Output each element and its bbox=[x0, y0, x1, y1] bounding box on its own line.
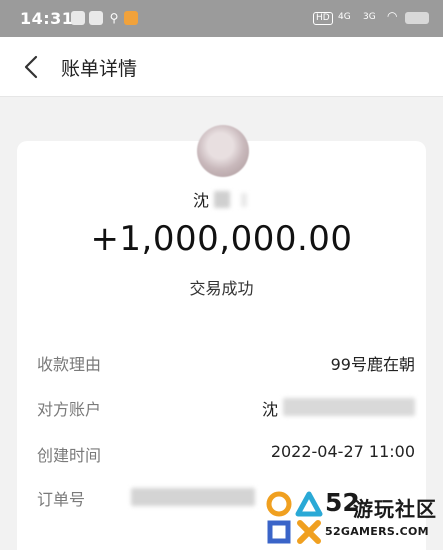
created-label: 创建时间 bbox=[37, 446, 102, 465]
account-blur bbox=[283, 398, 415, 416]
watermark-text: 游玩社区 bbox=[353, 497, 437, 521]
watermark-url: 52GAMERS.COM bbox=[325, 525, 429, 538]
hd-icon: HD bbox=[313, 12, 333, 25]
payer-name-text: 沈 bbox=[193, 191, 210, 210]
account-value: 沈 bbox=[262, 400, 279, 419]
battery-icon bbox=[405, 12, 429, 24]
signal-4g-icon: 4G bbox=[338, 12, 351, 22]
reason-label: 收款理由 bbox=[37, 355, 102, 374]
created-value: 2022-04-27 11:00 bbox=[270, 442, 415, 461]
payer-name: 沈 bbox=[193, 187, 209, 211]
signal-3g-icon: 3G bbox=[363, 12, 376, 22]
order-blur bbox=[131, 488, 255, 506]
avatar bbox=[197, 125, 249, 177]
notification-icon bbox=[71, 11, 85, 25]
wifi-icon: ◠ bbox=[387, 9, 398, 23]
transaction-status: 交易成功 bbox=[189, 279, 254, 298]
account-label: 对方账户 bbox=[37, 400, 102, 419]
amount: +1,000,000.00 bbox=[90, 219, 353, 259]
page-title: 账单详情 bbox=[61, 58, 138, 80]
app-icon: ⚲ bbox=[109, 11, 119, 25]
back-arrow-icon[interactable] bbox=[20, 53, 44, 81]
name-blur bbox=[214, 191, 230, 208]
status-time: 14:31 bbox=[20, 9, 74, 28]
reason-value: 99号鹿在朝 bbox=[330, 355, 415, 374]
watermark-logo-icon bbox=[266, 491, 323, 544]
watermark: 52 游玩社区 52GAMERS.COM bbox=[265, 488, 443, 548]
status-bar: 14:31 ⚲ HD 4G 3G ◠ bbox=[0, 0, 443, 37]
name-blur-2 bbox=[241, 193, 247, 207]
weibo-icon bbox=[124, 11, 138, 25]
nav-bar: 账单详情 bbox=[0, 37, 443, 97]
play-icon bbox=[89, 11, 103, 25]
order-label: 订单号 bbox=[37, 490, 86, 509]
